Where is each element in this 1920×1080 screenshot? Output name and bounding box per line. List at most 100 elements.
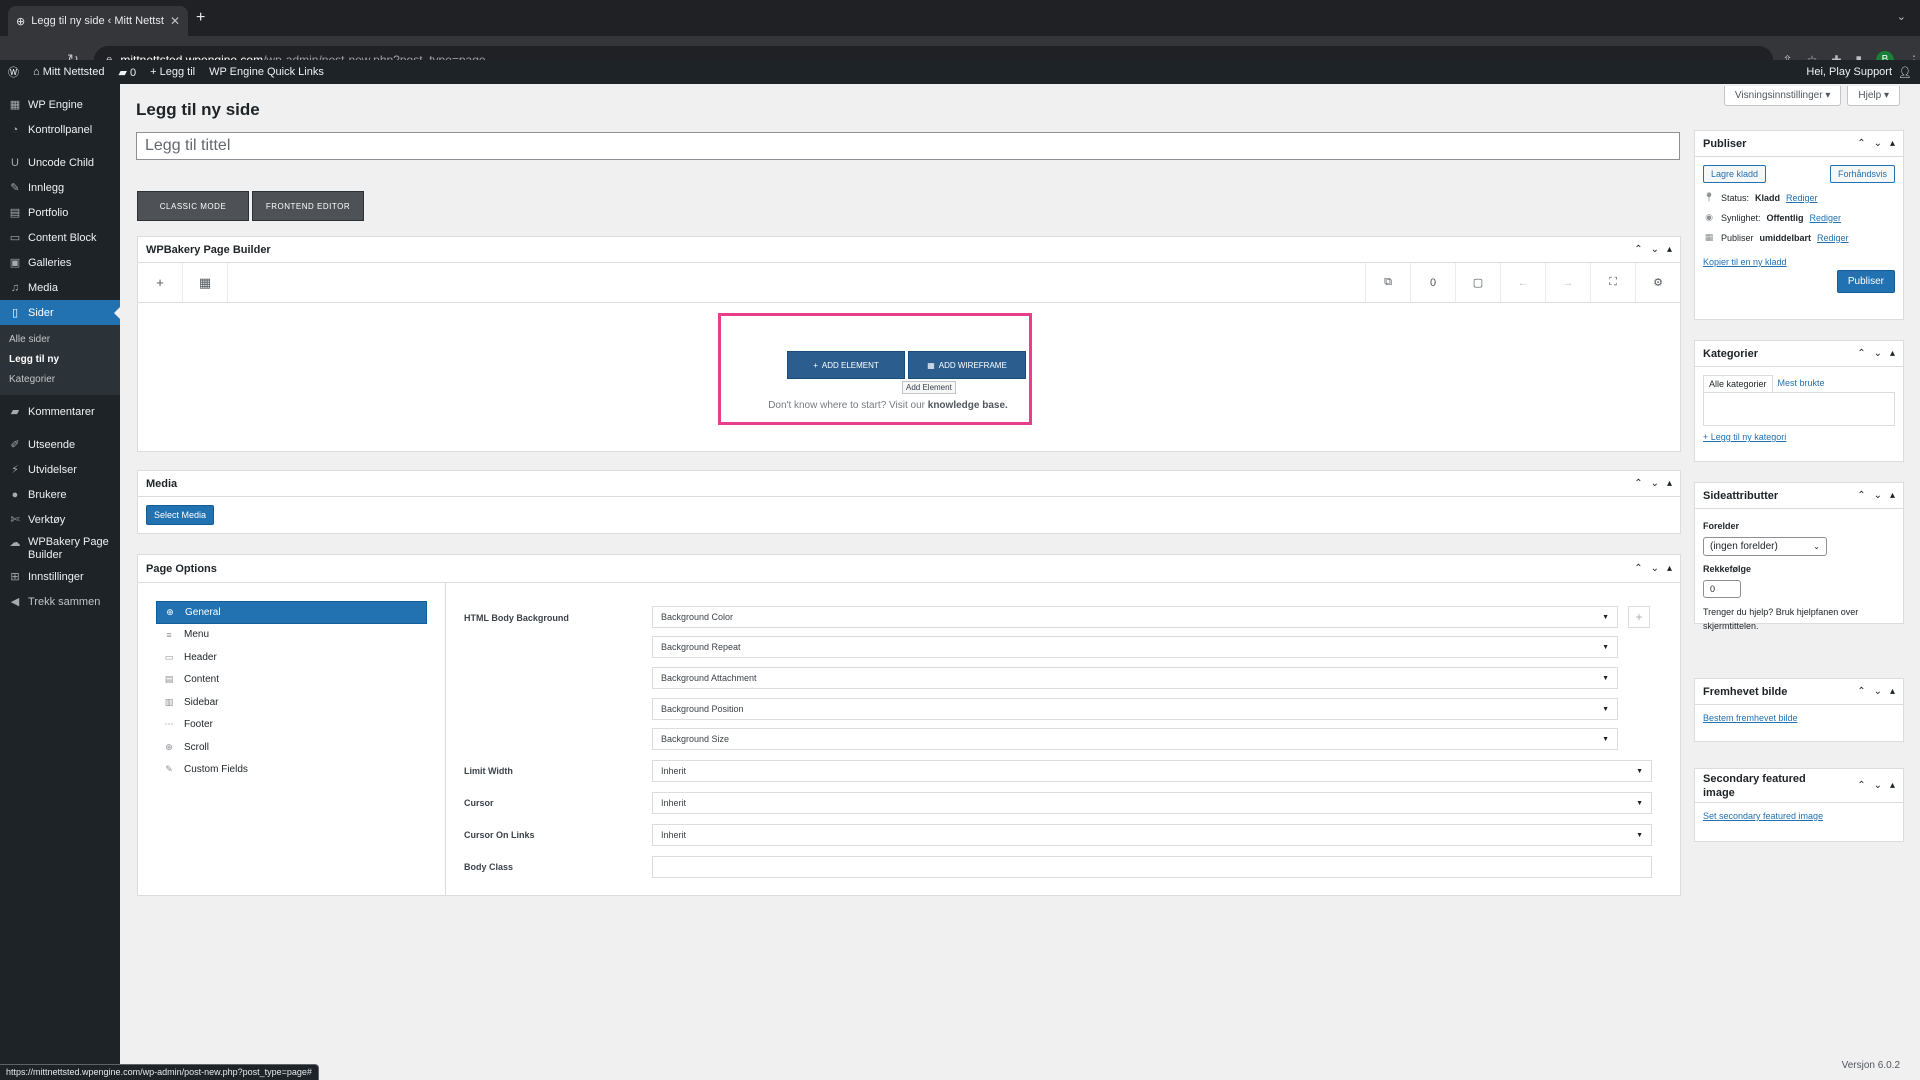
browser-tab[interactable]: ⊕ Legg til ny side ‹ Mitt Nettsted ✕ bbox=[8, 6, 188, 36]
cursor-select[interactable]: Inherit ▼ bbox=[652, 792, 1652, 814]
background-attachment-select[interactable]: Background Attachment ▼ bbox=[652, 667, 1618, 689]
fullscreen-icon[interactable]: ⛶ bbox=[1590, 263, 1635, 302]
sidebar-item-users[interactable]: ● Brukere bbox=[0, 482, 120, 507]
toggle-panel-icon[interactable]: ▴ bbox=[1667, 478, 1672, 489]
sidebar-item-plugins[interactable]: ⚡︎ Utvidelser bbox=[0, 457, 120, 482]
add-background-icon[interactable]: + bbox=[1628, 606, 1650, 628]
title-input[interactable]: Legg til tittel bbox=[136, 132, 1680, 160]
move-down-icon[interactable]: ⌄ bbox=[1874, 490, 1882, 501]
screen-options-button[interactable]: Visningsinnstillinger ▾ bbox=[1723, 86, 1842, 106]
sidebar-item-wpbakery[interactable]: ☁︎ WPBakery Page Builder bbox=[0, 532, 120, 564]
clipboard-icon[interactable]: ▢ bbox=[1455, 263, 1500, 302]
parent-select[interactable]: (ingen forelder) ⌄ bbox=[1703, 537, 1827, 556]
add-element-button[interactable]: + ADD ELEMENT bbox=[787, 351, 905, 379]
toggle-panel-icon[interactable]: ▴ bbox=[1890, 138, 1895, 149]
po-tab-content[interactable]: ▤ Content bbox=[156, 669, 427, 692]
toggle-panel-icon[interactable]: ▴ bbox=[1890, 686, 1895, 697]
adminbar-account[interactable]: Hei, Play Support 👤︎ bbox=[1806, 66, 1912, 79]
adminbar-new[interactable]: + Legg til bbox=[150, 66, 195, 78]
sidebar-item-content-block[interactable]: ▭ Content Block bbox=[0, 225, 120, 250]
preview-button[interactable]: Forhåndsvis bbox=[1829, 165, 1895, 183]
tab-most-used[interactable]: Mest brukte bbox=[1772, 375, 1830, 392]
settings-gear-icon[interactable]: ⚙ bbox=[1635, 263, 1680, 302]
adminbar-quick-links[interactable]: WP Engine Quick Links bbox=[209, 66, 324, 78]
background-color-select[interactable]: Background Color ▼ bbox=[652, 606, 1618, 628]
sidebar-item-media[interactable]: ♫ Media bbox=[0, 275, 120, 300]
move-down-icon[interactable]: ⌄ bbox=[1874, 348, 1882, 359]
move-down-icon[interactable]: ⌄ bbox=[1874, 780, 1882, 791]
move-down-icon[interactable]: ⌄ bbox=[1874, 138, 1882, 149]
sidebar-item-settings[interactable]: ⊞ Innstillinger bbox=[0, 564, 120, 589]
edit-visibility-link[interactable]: Rediger bbox=[1810, 213, 1842, 223]
po-tab-header[interactable]: ▭ Header bbox=[156, 646, 427, 669]
sidebar-item-posts[interactable]: ✎ Innlegg bbox=[0, 175, 120, 200]
po-tab-footer[interactable]: ⋯ Footer bbox=[156, 714, 427, 737]
po-tab-menu[interactable]: ≡ Menu bbox=[156, 624, 427, 647]
new-tab-icon[interactable]: + bbox=[196, 9, 205, 27]
save-draft-button[interactable]: Lagre kladd bbox=[1703, 165, 1767, 183]
move-down-icon[interactable]: ⌄ bbox=[1651, 478, 1659, 489]
sidebar-item-tools[interactable]: ✄ Verktøy bbox=[0, 507, 120, 532]
sidebar-item-pages[interactable]: ▯ Sider bbox=[0, 300, 120, 325]
help-button[interactable]: Hjelp ▾ bbox=[1847, 86, 1900, 106]
tab-search-icon[interactable]: ⌄ bbox=[1897, 10, 1906, 23]
copy-icon[interactable]: ⧉ bbox=[1365, 263, 1410, 302]
toggle-panel-icon[interactable]: ▴ bbox=[1667, 244, 1672, 255]
sidebar-item-dashboard[interactable]: ◔ Kontrollpanel bbox=[0, 117, 120, 142]
po-tab-custom-fields[interactable]: ✎ Custom Fields bbox=[156, 759, 427, 782]
publish-button[interactable]: Publiser bbox=[1836, 270, 1895, 293]
submenu-all-pages[interactable]: Alle sider bbox=[0, 329, 120, 349]
redo-icon[interactable]: → bbox=[1545, 263, 1590, 302]
move-up-icon[interactable]: ⌃ bbox=[1634, 478, 1642, 489]
po-tab-sidebar[interactable]: ▥ Sidebar bbox=[156, 691, 427, 714]
sidebar-item-comments[interactable]: ▰ Kommentarer bbox=[0, 399, 120, 424]
move-down-icon[interactable]: ⌄ bbox=[1651, 244, 1659, 255]
background-size-select[interactable]: Background Size ▼ bbox=[652, 728, 1618, 750]
set-secondary-featured-link[interactable]: Set secondary featured image bbox=[1703, 811, 1823, 821]
sidebar-item-uncode-child[interactable]: U Uncode Child bbox=[0, 150, 120, 175]
adminbar-comments[interactable]: ▰ 0 bbox=[118, 66, 136, 79]
sidebar-item-collapse[interactable]: ◀ Trekk sammen bbox=[0, 589, 120, 614]
select-media-button[interactable]: Select Media bbox=[146, 505, 215, 525]
toggle-panel-icon[interactable]: ▴ bbox=[1667, 563, 1672, 574]
adminbar-site[interactable]: ⌂ Mitt Nettsted bbox=[33, 66, 104, 78]
edit-status-link[interactable]: Rediger bbox=[1786, 193, 1818, 203]
po-tab-general[interactable]: ⊕ General bbox=[156, 601, 427, 624]
move-up-icon[interactable]: ⌃ bbox=[1857, 686, 1865, 697]
po-tab-scroll[interactable]: ⊕ Scroll bbox=[156, 736, 427, 759]
sidebar-item-galleries[interactable]: ▣ Galleries bbox=[0, 250, 120, 275]
limit-width-select[interactable]: Inherit ▼ bbox=[652, 760, 1652, 782]
move-up-icon[interactable]: ⌃ bbox=[1857, 490, 1865, 501]
add-category-link[interactable]: + Legg til ny kategori bbox=[1703, 432, 1786, 442]
move-up-icon[interactable]: ⌃ bbox=[1857, 348, 1865, 359]
toggle-panel-icon[interactable]: ▴ bbox=[1890, 490, 1895, 501]
templates-icon[interactable]: ▦ bbox=[183, 263, 228, 302]
submenu-categories[interactable]: Kategorier bbox=[0, 369, 120, 389]
order-input[interactable]: 0 bbox=[1703, 580, 1741, 598]
tab-all-categories[interactable]: Alle kategorier bbox=[1703, 375, 1773, 392]
background-repeat-select[interactable]: Background Repeat ▼ bbox=[652, 636, 1618, 658]
add-element-icon[interactable]: + bbox=[138, 263, 183, 302]
move-up-icon[interactable]: ⌃ bbox=[1857, 780, 1865, 791]
move-up-icon[interactable]: ⌃ bbox=[1634, 563, 1642, 574]
sidebar-item-portfolio[interactable]: ▤ Portfolio bbox=[0, 200, 120, 225]
frontend-editor-button[interactable]: FRONTEND EDITOR bbox=[252, 191, 364, 221]
toggle-panel-icon[interactable]: ▴ bbox=[1890, 780, 1895, 791]
cursor-links-select[interactable]: Inherit ▼ bbox=[652, 824, 1652, 846]
move-up-icon[interactable]: ⌃ bbox=[1857, 138, 1865, 149]
classic-mode-button[interactable]: CLASSIC MODE bbox=[137, 191, 249, 221]
move-up-icon[interactable]: ⌃ bbox=[1634, 244, 1642, 255]
move-down-icon[interactable]: ⌄ bbox=[1651, 563, 1659, 574]
undo-icon[interactable]: ← bbox=[1500, 263, 1545, 302]
copy-draft-link[interactable]: Kopier til en ny kladd bbox=[1703, 257, 1787, 267]
sidebar-item-wp-engine[interactable]: ▦ WP Engine bbox=[0, 92, 120, 117]
knowledge-base-link[interactable]: knowledge base. bbox=[928, 400, 1008, 411]
sidebar-item-appearance[interactable]: ✐ Utseende bbox=[0, 432, 120, 457]
wordpress-logo-icon[interactable]: Ⓦ bbox=[8, 64, 19, 80]
submenu-add-new[interactable]: Legg til ny bbox=[0, 349, 120, 369]
toggle-panel-icon[interactable]: ▴ bbox=[1890, 348, 1895, 359]
body-class-input[interactable] bbox=[652, 856, 1652, 878]
move-down-icon[interactable]: ⌄ bbox=[1874, 686, 1882, 697]
edit-publish-time-link[interactable]: Rediger bbox=[1817, 233, 1849, 243]
background-position-select[interactable]: Background Position ▼ bbox=[652, 698, 1618, 720]
